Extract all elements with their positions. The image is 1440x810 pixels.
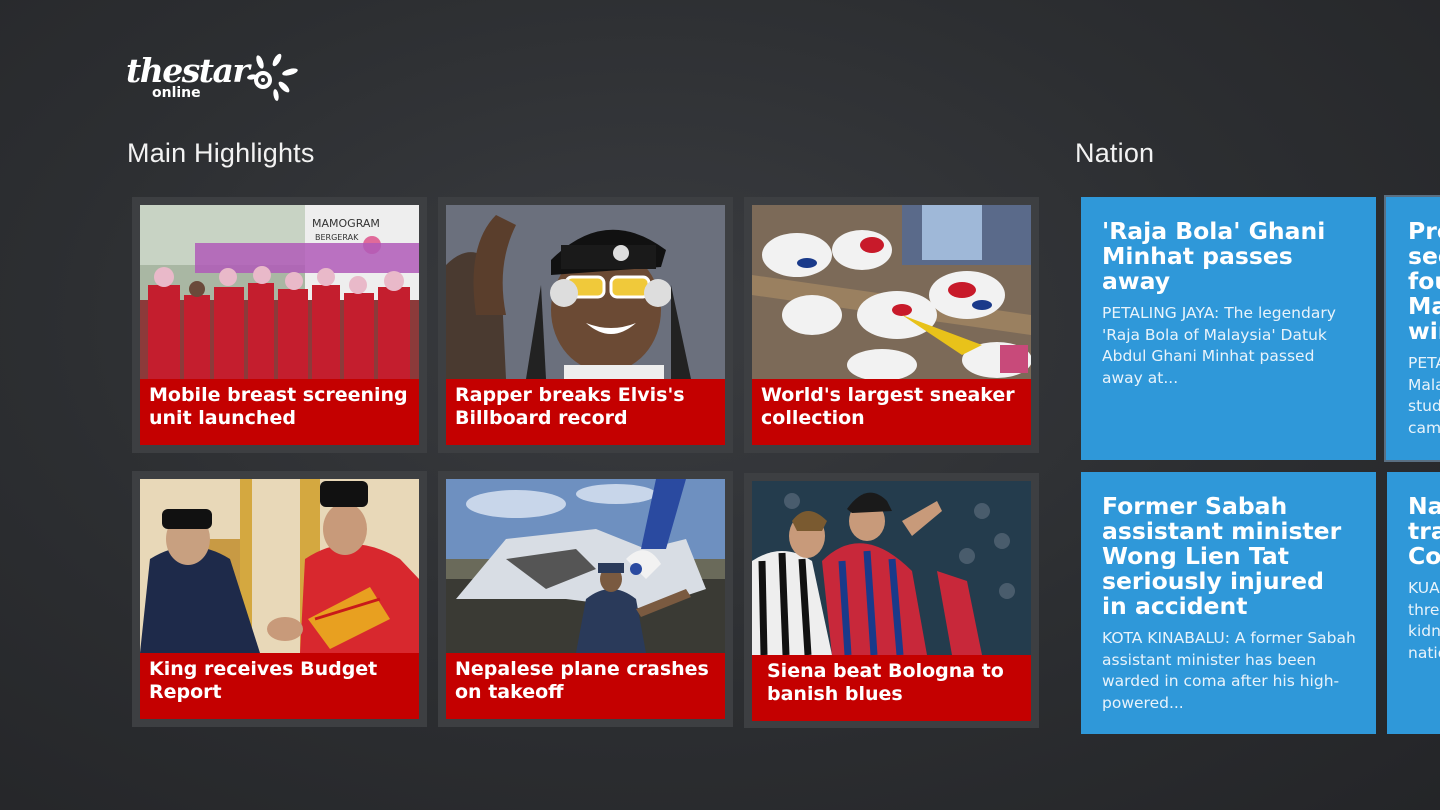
news-summary: KUA thre kidn natio [1408, 579, 1440, 662]
highlight-tile[interactable]: Rapper breaks Elvis's Billboard record [438, 197, 733, 453]
news-headline: Pro see fou Ma win [1408, 217, 1440, 345]
nation-news-tile[interactable]: Pro see fou Ma win PETA Mala stud cam [1384, 195, 1440, 462]
nation-news-tile[interactable]: Na tra Co KUA thre kidn natio [1387, 472, 1440, 734]
story-photo: MAMOGRAM BERGERAK [140, 205, 419, 379]
story-photo [140, 479, 419, 653]
news-summary: KOTA KINABALU: A former Sabah assistant … [1102, 629, 1356, 712]
story-photo [752, 205, 1031, 379]
story-caption: Mobile breast screening unit launched [140, 379, 419, 445]
news-headline: Former Sabah assistant minister Wong Lie… [1102, 492, 1342, 620]
nation-news-tile[interactable]: 'Raja Bola' Ghani Minhat passes away PET… [1081, 197, 1376, 460]
logo-subtext: online [152, 85, 201, 101]
story-caption: Rapper breaks Elvis's Billboard record [446, 379, 725, 445]
section-title-nation[interactable]: Nation [1075, 138, 1154, 169]
story-photo [446, 479, 725, 653]
news-summary: PETA Mala stud cam [1408, 354, 1440, 437]
highlight-tile[interactable]: World's largest sneaker collection [744, 197, 1039, 453]
banner-text-2: BERGERAK [315, 233, 359, 242]
section-title-main-highlights[interactable]: Main Highlights [127, 138, 315, 169]
story-caption: Nepalese plane crashes on takeoff [446, 653, 725, 719]
news-headline: 'Raja Bola' Ghani Minhat passes away [1102, 217, 1326, 295]
story-photo [752, 481, 1031, 655]
story-caption: Siena beat Bologna to banish blues [752, 655, 1031, 721]
highlight-tile[interactable]: King receives Budget Report [132, 471, 427, 727]
story-caption: World's largest sneaker collection [752, 379, 1031, 445]
nation-news-tile[interactable]: Former Sabah assistant minister Wong Lie… [1081, 472, 1376, 734]
highlight-tile[interactable]: Nepalese plane crashes on takeoff [438, 471, 733, 727]
star-burst-icon [247, 53, 298, 101]
highlight-tile[interactable]: MAMOGRAM BERGERAK Mobile breast screenin… [132, 197, 427, 453]
news-headline: Na tra Co [1408, 492, 1440, 570]
highlight-tile[interactable]: Siena beat Bologna to banish blues [744, 473, 1039, 728]
story-caption: King receives Budget Report [140, 653, 419, 719]
news-summary: PETALING JAYA: The legendary 'Raja Bola … [1102, 304, 1336, 387]
story-photo [446, 205, 725, 379]
thestar-logo: thestar online [126, 50, 306, 104]
banner-text: MAMOGRAM [312, 217, 380, 230]
